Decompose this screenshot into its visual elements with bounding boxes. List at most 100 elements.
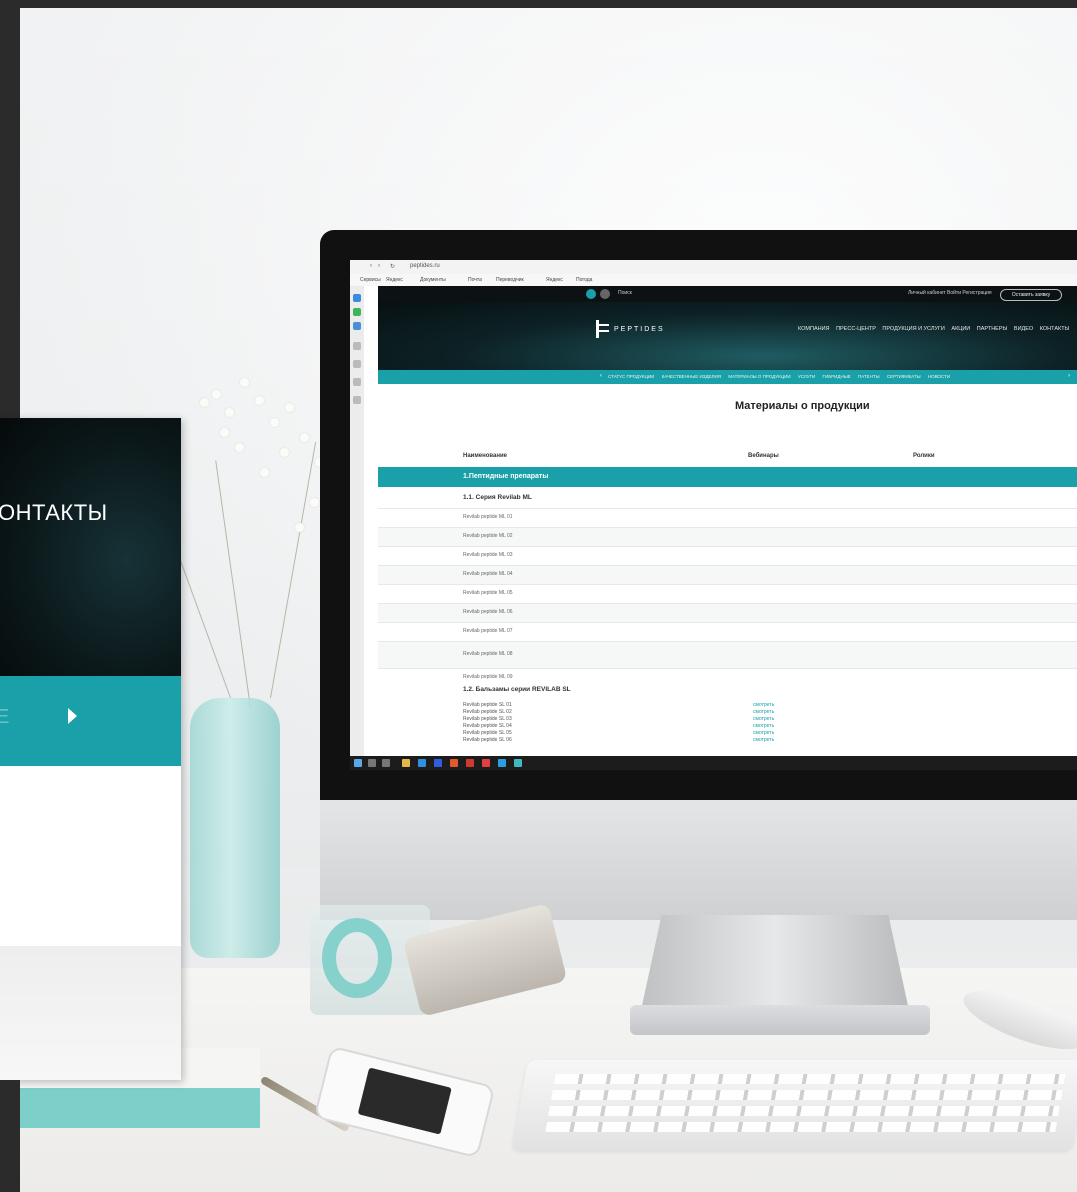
keyboard	[512, 1060, 1077, 1150]
site-topbar: Поиск Личный кабинет Войти Регистрация О…	[378, 286, 1077, 302]
nav-item[interactable]: АКЦИИ	[951, 326, 970, 332]
app-icon[interactable]	[466, 759, 474, 767]
subnav-item[interactable]: КАЧЕСТВЕННЫЕ ИЗДЕЛИЯ	[662, 374, 721, 379]
sidebar-icon[interactable]	[353, 322, 361, 330]
subnav-item[interactable]: ПАТЕНТЫ	[858, 374, 880, 379]
bookmark[interactable]: Яндекс	[386, 277, 403, 283]
nav-item[interactable]: ПРОДУКЦИЯ И УСЛУГИ	[882, 326, 944, 332]
tape-roll	[322, 918, 392, 998]
table-row: Revilab peptide SL 06 смотреть	[463, 737, 775, 743]
url-text[interactable]: peptides.ru	[410, 263, 440, 269]
watch-link[interactable]: смотреть	[753, 716, 774, 722]
monitor-chin	[320, 800, 1077, 920]
browser-sidebar	[350, 286, 364, 756]
zoom-header: ОНТАКТЫ	[0, 418, 181, 676]
bookmarks-bar: Сервисы Яндекс Документы Почта Переводчи…	[350, 274, 1077, 286]
table-row: Revilab peptide SL 01 смотреть	[463, 702, 775, 708]
zoom-content	[0, 766, 181, 946]
column-header: Ролики	[913, 453, 935, 459]
table-row: Revilab peptide ML 04	[378, 565, 1077, 584]
start-icon[interactable]	[354, 759, 362, 767]
bookmark[interactable]: Документы	[420, 277, 446, 283]
table-row: Revilab peptide SL 05 смотреть	[463, 730, 775, 736]
watch-link[interactable]: смотреть	[753, 702, 774, 708]
nav-item[interactable]: ПРЕСС-ЦЕНТР	[836, 326, 876, 332]
app-icon[interactable]	[514, 759, 522, 767]
reload-icon[interactable]: ↻	[390, 263, 395, 270]
search-link[interactable]: Поиск	[618, 290, 632, 296]
watch-link[interactable]: смотреть	[753, 730, 774, 736]
search-icon[interactable]	[368, 759, 376, 767]
app-icon[interactable]	[434, 759, 442, 767]
logo-icon[interactable]	[596, 320, 611, 338]
main-nav: КОМПАНИЯ ПРЕСС-ЦЕНТР ПРОДУКЦИЯ И УСЛУГИ …	[798, 326, 1074, 332]
table-row: Revilab peptide SL 03 смотреть	[463, 716, 775, 722]
request-button[interactable]: Оставить заявку	[1000, 289, 1062, 301]
sidebar-icon[interactable]	[353, 360, 361, 368]
monitor-screen: ‹ › ↻ peptides.ru Сервисы Яндекс Докумен…	[350, 260, 1077, 770]
bookmark[interactable]: Сервисы	[360, 277, 381, 283]
zoom-subnav: Е	[0, 676, 181, 766]
frame-top	[0, 0, 1077, 8]
sidebar-icon[interactable]	[353, 378, 361, 386]
chevron-right-icon[interactable]	[68, 708, 77, 724]
zoom-subnav-text[interactable]: Е	[0, 706, 9, 729]
bookmark[interactable]: Погода	[576, 277, 592, 283]
phone-screen	[357, 1067, 452, 1135]
sidebar-icon[interactable]	[353, 308, 361, 316]
back-icon[interactable]: ‹	[370, 263, 372, 269]
subnav-item[interactable]: СТАТУС ПРОДУКЦИИ	[608, 374, 654, 379]
forward-icon[interactable]: ›	[378, 263, 380, 269]
login-links[interactable]: Личный кабинет Войти Регистрация	[908, 290, 992, 296]
table-row: Revilab peptide SL 04 смотреть	[463, 723, 775, 729]
logo-text[interactable]: PEPTIDES	[614, 326, 665, 333]
column-header: Наименование	[463, 453, 508, 459]
sidebar-icon[interactable]	[353, 342, 361, 350]
nav-item[interactable]: КОМПАНИЯ	[798, 326, 830, 332]
sidebar-icon[interactable]	[353, 294, 361, 302]
bookmark[interactable]: Почта	[468, 277, 482, 283]
vk-icon[interactable]	[586, 289, 596, 299]
task-view-icon[interactable]	[382, 759, 390, 767]
zoom-nav-text[interactable]: ОНТАКТЫ	[0, 500, 108, 526]
subsection-title: 1.1. Серия Revilab ML	[463, 494, 532, 501]
chevron-right-icon[interactable]: ›	[1068, 373, 1070, 379]
sub-nav: ‹ СТАТУС ПРОДУКЦИИ КАЧЕСТВЕННЫЕ ИЗДЕЛИЯ …	[378, 370, 1077, 384]
browser-address-bar[interactable]: ‹ › ↻ peptides.ru	[350, 260, 1077, 274]
folder-icon[interactable]	[402, 759, 410, 767]
subnav-item[interactable]: НОВОСТИ	[928, 374, 950, 379]
nav-item[interactable]: ПАРТНЕРЫ	[977, 326, 1008, 332]
app-icon[interactable]	[450, 759, 458, 767]
ml-table: Revilab peptide ML 01 Revilab peptide ML…	[378, 508, 1077, 687]
app-icon[interactable]	[498, 759, 506, 767]
table-row: Revilab peptide ML 09	[378, 668, 1077, 687]
app-icon[interactable]	[482, 759, 490, 767]
bookmark[interactable]: Яндекс	[546, 277, 563, 283]
monitor-stand	[640, 915, 910, 1015]
subnav-item[interactable]: МАТЕРИАЛЫ О ПРОДУКЦИИ	[728, 374, 790, 379]
sidebar-icon[interactable]	[353, 396, 361, 404]
table-header: Наименование Вебинары Ролики	[378, 450, 1077, 464]
zoom-callout: ОНТАКТЫ Е	[0, 418, 181, 1080]
section-header: 1.Пептидные препараты	[378, 467, 1077, 487]
chevron-left-icon[interactable]: ‹	[600, 373, 602, 379]
table-row: Revilab peptide ML 01	[378, 508, 1077, 527]
subnav-item[interactable]: УСЛУГИ	[798, 374, 815, 379]
zoom-shadow	[0, 946, 181, 1080]
table-row: Revilab peptide ML 08	[378, 641, 1077, 668]
watch-link[interactable]: смотреть	[753, 709, 774, 715]
section-title: 1.Пептидные препараты	[463, 473, 549, 480]
books-teal	[20, 1088, 260, 1128]
watch-link[interactable]: смотреть	[753, 723, 774, 729]
app-icon[interactable]	[418, 759, 426, 767]
nav-item[interactable]: КОНТАКТЫ	[1040, 326, 1070, 332]
table-row: Revilab peptide SL 02 смотреть	[463, 709, 775, 715]
site-header: PEPTIDES КОМПАНИЯ ПРЕСС-ЦЕНТР ПРОДУКЦИЯ …	[378, 302, 1077, 370]
nav-item[interactable]: ВИДЕО	[1014, 326, 1033, 332]
bookmark[interactable]: Переводчик	[496, 277, 524, 283]
social-icon[interactable]	[600, 289, 610, 299]
os-taskbar	[350, 756, 1077, 770]
watch-link[interactable]: смотреть	[753, 737, 774, 743]
subnav-item[interactable]: ГИБРИДНЫЕ	[823, 374, 851, 379]
subnav-item[interactable]: СЕРТИФИКАТЫ	[887, 374, 921, 379]
